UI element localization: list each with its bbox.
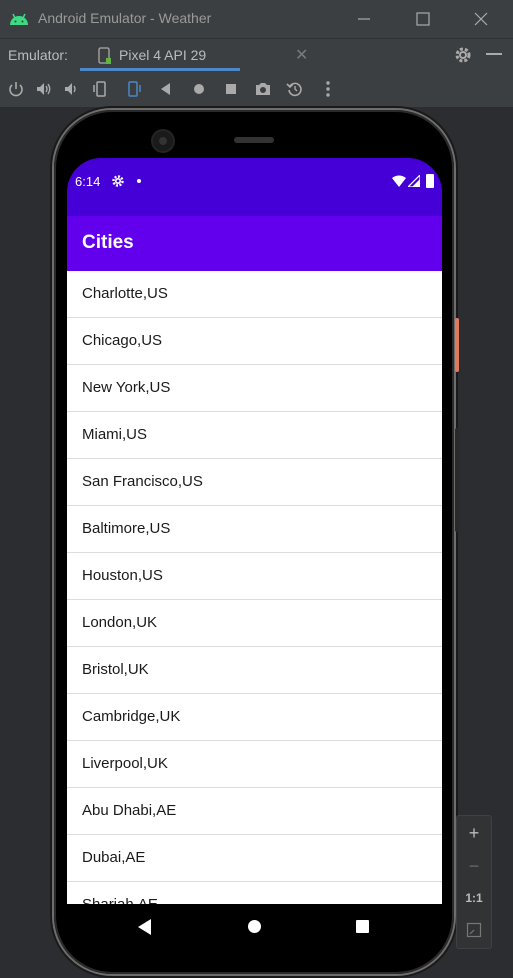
earpiece-speaker <box>234 137 274 143</box>
nav-recents-icon[interactable] <box>356 920 369 933</box>
city-name: Abu Dhabi,AE <box>82 802 177 819</box>
nav-back-icon[interactable] <box>138 919 152 935</box>
rotate-right-icon[interactable] <box>125 80 143 98</box>
snapshot-icon[interactable] <box>286 80 304 98</box>
close-icon[interactable] <box>470 8 492 30</box>
list-item[interactable]: Houston,US <box>67 553 442 600</box>
overview-icon[interactable] <box>222 80 240 98</box>
list-item[interactable]: New York,US <box>67 365 442 412</box>
page-title: Cities <box>82 232 134 253</box>
city-list[interactable]: Charlotte,US Chicago,US New York,US Miami,U… <box>67 271 442 904</box>
city-name: Chicago,US <box>82 332 163 349</box>
city-name: Baltimore,US <box>82 520 171 537</box>
list-item[interactable]: Baltimore,US <box>67 506 442 553</box>
volume-down-icon[interactable] <box>62 80 80 98</box>
tab-close-icon[interactable]: ✕ <box>295 45 308 64</box>
status-time: 6:14 <box>75 174 101 189</box>
city-name: New York,US <box>82 379 171 396</box>
home-icon[interactable] <box>190 80 208 98</box>
gear-icon[interactable] <box>453 45 473 65</box>
list-item[interactable]: Liverpool,UK <box>67 741 442 788</box>
wifi-icon <box>392 175 406 187</box>
list-item[interactable]: Miami,US <box>67 412 442 459</box>
maximize-icon[interactable] <box>412 8 434 30</box>
list-item[interactable]: Sharjah,AE <box>67 882 442 904</box>
window-title: Android Emulator - Weather <box>38 10 212 26</box>
hide-panel-icon[interactable] <box>486 53 502 55</box>
city-name: Liverpool,UK <box>82 755 168 772</box>
fit-screen-icon[interactable] <box>466 922 482 938</box>
device-screen[interactable]: 6:14 Cities Charlotte,US Chicago,US New Yo… <box>67 158 442 949</box>
city-name: Miami,US <box>82 426 148 443</box>
list-item[interactable]: Cambridge,UK <box>67 694 442 741</box>
status-bar: 6:14 <box>67 158 442 216</box>
emulator-tabbar: Emulator: Pixel 4 API 29 ✕ <box>0 38 513 71</box>
tab-device-label: Pixel 4 API 29 <box>119 47 207 63</box>
city-name: Houston,US <box>82 567 163 584</box>
app-bar: Cities <box>67 216 442 271</box>
more-icon[interactable] <box>319 80 337 98</box>
battery-icon <box>426 174 434 188</box>
list-item[interactable]: San Francisco,US <box>67 459 442 506</box>
android-icon <box>10 13 28 25</box>
rotate-left-icon[interactable] <box>91 80 109 98</box>
window-titlebar: Android Emulator - Weather <box>0 0 513 38</box>
back-icon[interactable] <box>157 80 175 98</box>
tab-device[interactable]: Pixel 4 API 29 ✕ <box>80 39 308 71</box>
power-button[interactable] <box>455 318 459 372</box>
emulator-label: Emulator: <box>8 47 68 63</box>
screenshot-icon[interactable] <box>254 80 272 98</box>
notification-dot-icon <box>137 179 141 183</box>
city-name: Sharjah,AE <box>82 896 158 904</box>
volume-rocker[interactable] <box>455 428 459 532</box>
zoom-out-button[interactable]: − <box>457 851 491 881</box>
list-item[interactable]: Dubai,AE <box>67 835 442 882</box>
nav-home-icon[interactable] <box>248 920 261 933</box>
zoom-in-button[interactable]: + <box>457 818 491 848</box>
city-name: Charlotte,US <box>82 285 168 302</box>
list-item[interactable]: Abu Dhabi,AE <box>67 788 442 835</box>
settings-notification-icon <box>112 175 124 187</box>
list-item[interactable]: Charlotte,US <box>67 271 442 318</box>
front-camera <box>153 131 173 151</box>
list-item[interactable]: Chicago,US <box>67 318 442 365</box>
city-name: Bristol,UK <box>82 661 149 678</box>
emulator-toolbar <box>0 71 513 107</box>
city-name: San Francisco,US <box>82 473 203 490</box>
actual-size-button[interactable]: 1:1 <box>457 883 491 913</box>
volume-up-icon[interactable] <box>35 80 53 98</box>
cell-signal-icon <box>408 175 420 187</box>
city-name: Dubai,AE <box>82 849 146 866</box>
phone-icon <box>98 47 111 64</box>
list-item[interactable]: Bristol,UK <box>67 647 442 694</box>
navigation-bar <box>67 904 442 949</box>
zoom-panel: + − 1:1 <box>456 815 492 949</box>
minimize-icon[interactable] <box>353 8 375 30</box>
city-name: London,UK <box>82 614 158 631</box>
list-item[interactable]: London,UK <box>67 600 442 647</box>
city-name: Cambridge,UK <box>82 708 181 725</box>
power-icon[interactable] <box>7 80 25 98</box>
